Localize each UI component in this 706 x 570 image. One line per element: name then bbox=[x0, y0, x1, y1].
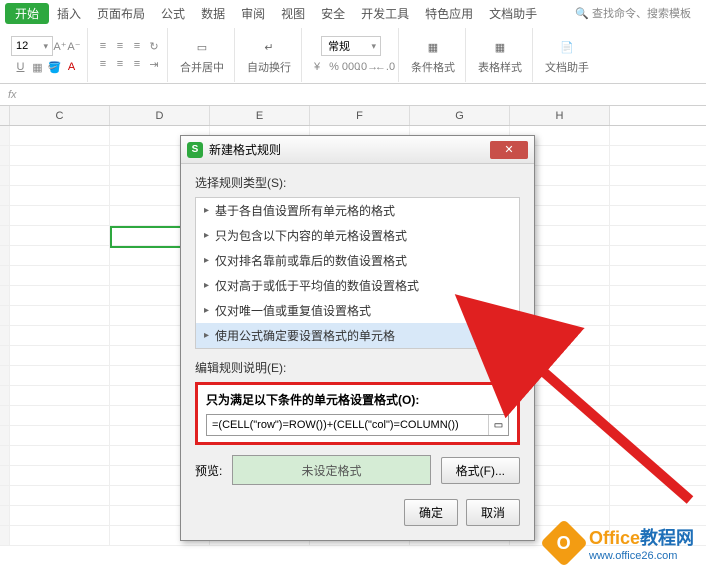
ribbon: 开始 插入 页面布局 公式 数据 审阅 视图 安全 开发工具 特色应用 文档助手… bbox=[0, 0, 706, 84]
wrap-button[interactable]: ↵ 自动换行 bbox=[243, 33, 295, 77]
rule-type-list[interactable]: 基于各自值设置所有单元格的格式 只为包含以下内容的单元格设置格式 仅对排名靠前或… bbox=[195, 197, 520, 349]
wrap-group: ↵ 自动换行 bbox=[237, 28, 302, 82]
col-c[interactable]: C bbox=[10, 106, 110, 125]
formula-bar[interactable]: fx bbox=[0, 84, 706, 106]
font-group: 12▾ A⁺ A⁻ U ▦ 🪣 A bbox=[5, 28, 88, 82]
ribbon-toolbar: 12▾ A⁺ A⁻ U ▦ 🪣 A ≡ ≡ ≡ ↻ ≡ ≡ ≡ bbox=[0, 26, 706, 84]
font-color-icon[interactable]: A bbox=[65, 60, 79, 74]
table-fmt-group: ▦ 表格样式 bbox=[468, 28, 533, 82]
doc-helper-icon: 📄 bbox=[554, 35, 580, 59]
align-top-icon[interactable]: ≡ bbox=[96, 39, 110, 53]
app-logo-icon: S bbox=[187, 142, 203, 158]
cond-fmt-icon: ▦ bbox=[420, 35, 446, 59]
col-h[interactable]: H bbox=[510, 106, 610, 125]
currency-icon[interactable]: ¥ bbox=[310, 60, 324, 74]
formula-input[interactable] bbox=[207, 416, 488, 434]
align-bot-icon[interactable]: ≡ bbox=[130, 39, 144, 53]
comma-icon[interactable]: 000 bbox=[344, 60, 358, 74]
rule-item-0[interactable]: 基于各自值设置所有单元格的格式 bbox=[196, 198, 519, 223]
dialog-title: 新建格式规则 bbox=[209, 141, 281, 158]
col-e[interactable]: E bbox=[210, 106, 310, 125]
rule-item-2[interactable]: 仅对排名靠前或靠后的数值设置格式 bbox=[196, 248, 519, 273]
new-format-rule-dialog: S 新建格式规则 ✕ 选择规则类型(S): 基于各自值设置所有单元格的格式 只为… bbox=[180, 135, 535, 541]
range-picker-icon[interactable]: ▭ bbox=[488, 415, 508, 435]
tab-formula[interactable]: 公式 bbox=[153, 3, 193, 24]
align-right-icon[interactable]: ≡ bbox=[130, 57, 144, 71]
rule-item-3[interactable]: 仅对高于或低于平均值的数值设置格式 bbox=[196, 273, 519, 298]
percent-icon[interactable]: % bbox=[327, 60, 341, 74]
tab-data[interactable]: 数据 bbox=[193, 3, 233, 24]
table-format-button[interactable]: ▦ 表格样式 bbox=[474, 33, 526, 77]
doc-helper-button[interactable]: 📄 文档助手 bbox=[541, 33, 593, 77]
format-button[interactable]: 格式(F)... bbox=[441, 457, 520, 484]
wrap-icon: ↵ bbox=[256, 35, 282, 59]
col-g[interactable]: G bbox=[410, 106, 510, 125]
number-format-select[interactable]: 常规 bbox=[321, 36, 381, 56]
search-placeholder: 查找命令、搜索模板 bbox=[592, 5, 691, 21]
preview-box: 未设定格式 bbox=[232, 455, 430, 485]
dialog-titlebar[interactable]: S 新建格式规则 ✕ bbox=[181, 136, 534, 164]
rule-item-5[interactable]: 使用公式确定要设置格式的单元格 bbox=[196, 323, 519, 348]
underline-icon[interactable]: U bbox=[14, 60, 28, 74]
tab-review[interactable]: 审阅 bbox=[233, 3, 273, 24]
merge-icon: ▭ bbox=[189, 35, 215, 59]
rule-item-4[interactable]: 仅对唯一值或重复值设置格式 bbox=[196, 298, 519, 323]
watermark-url: www.office26.com bbox=[589, 550, 694, 562]
ok-button[interactable]: 确定 bbox=[404, 499, 458, 526]
tab-dev[interactable]: 开发工具 bbox=[353, 3, 417, 24]
search-icon: 🔍 bbox=[575, 7, 589, 20]
conditional-format-button[interactable]: ▦ 条件格式 bbox=[407, 33, 459, 77]
close-button[interactable]: ✕ bbox=[490, 141, 528, 159]
tab-doc-helper[interactable]: 文档助手 bbox=[481, 3, 545, 24]
align-left-icon[interactable]: ≡ bbox=[96, 57, 110, 71]
dec-dec-icon[interactable]: ←.0 bbox=[378, 60, 392, 74]
align-center-icon[interactable]: ≡ bbox=[113, 57, 127, 71]
col-corner[interactable] bbox=[0, 106, 10, 125]
font-size-select[interactable]: 12▾ bbox=[11, 36, 53, 56]
increase-font-icon[interactable]: A⁺ bbox=[53, 39, 67, 53]
fill-color-icon[interactable]: 🪣 bbox=[48, 60, 62, 74]
cond-fmt-group: ▦ 条件格式 bbox=[401, 28, 466, 82]
tab-special[interactable]: 特色应用 bbox=[417, 3, 481, 24]
indent-icon[interactable]: ⇥ bbox=[147, 57, 161, 71]
select-rule-type-label: 选择规则类型(S): bbox=[195, 174, 520, 191]
tab-view[interactable]: 视图 bbox=[273, 3, 313, 24]
col-d[interactable]: D bbox=[110, 106, 210, 125]
tab-security[interactable]: 安全 bbox=[313, 3, 353, 24]
align-mid-icon[interactable]: ≡ bbox=[113, 39, 127, 53]
search-command[interactable]: 🔍 查找命令、搜索模板 bbox=[575, 5, 691, 21]
tab-layout[interactable]: 页面布局 bbox=[89, 3, 153, 24]
merge-button[interactable]: ▭ 合并居中 bbox=[176, 33, 228, 77]
preview-label: 预览: bbox=[195, 462, 222, 479]
watermark: O Office教程网 www.office26.com bbox=[547, 524, 694, 562]
border-icon[interactable]: ▦ bbox=[31, 60, 45, 74]
watermark-logo-icon: O bbox=[540, 519, 588, 567]
tab-insert[interactable]: 插入 bbox=[49, 3, 89, 24]
formula-highlight-box: 只为满足以下条件的单元格设置格式(O): ▭ bbox=[195, 382, 520, 445]
watermark-brand: Office教程网 bbox=[589, 524, 694, 550]
column-headers: C D E F G H bbox=[0, 106, 706, 126]
formula-condition-label: 只为满足以下条件的单元格设置格式(O): bbox=[206, 391, 509, 408]
col-f[interactable]: F bbox=[310, 106, 410, 125]
edit-rule-label: 编辑规则说明(E): bbox=[195, 359, 520, 376]
number-group: 常规 ¥ % 000 .0→ ←.0 bbox=[304, 28, 399, 82]
rule-item-1[interactable]: 只为包含以下内容的单元格设置格式 bbox=[196, 223, 519, 248]
tab-start[interactable]: 开始 bbox=[5, 3, 49, 24]
orientation-icon[interactable]: ↻ bbox=[147, 39, 161, 53]
decrease-font-icon[interactable]: A⁻ bbox=[67, 39, 81, 53]
table-fmt-icon: ▦ bbox=[487, 35, 513, 59]
doc-helper-group: 📄 文档助手 bbox=[535, 28, 599, 82]
align-group: ≡ ≡ ≡ ↻ ≡ ≡ ≡ ⇥ bbox=[90, 28, 168, 82]
fx-icon: fx bbox=[8, 89, 17, 101]
merge-group: ▭ 合并居中 bbox=[170, 28, 235, 82]
cancel-button[interactable]: 取消 bbox=[466, 499, 520, 526]
formula-input-wrap: ▭ bbox=[206, 414, 509, 436]
dec-inc-icon[interactable]: .0→ bbox=[361, 60, 375, 74]
